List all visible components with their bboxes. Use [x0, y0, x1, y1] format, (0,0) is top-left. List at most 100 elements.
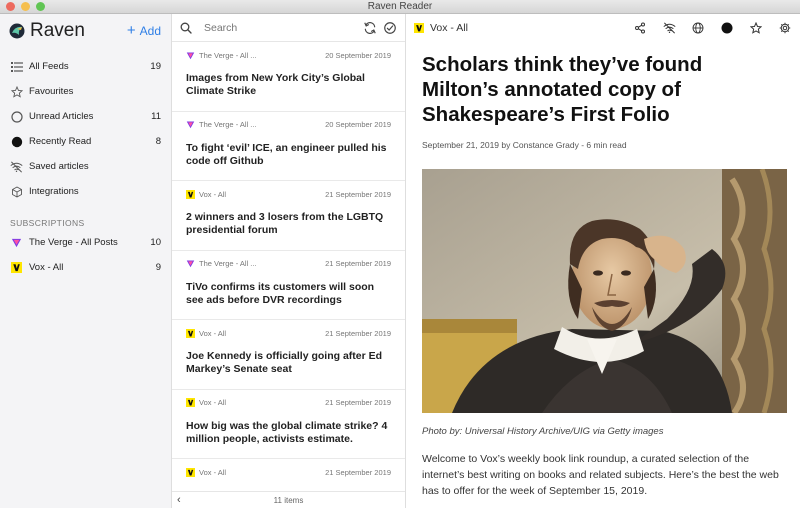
item-count: 11 items: [273, 495, 304, 505]
list-item[interactable]: The Verge - All ... 20 September 2019 To…: [172, 112, 405, 181]
verge-logo-icon: [10, 236, 23, 249]
article-list-pane: The Verge - All ... 20 September 2019 Im…: [172, 14, 406, 508]
feed-name-label: Vox - All: [430, 22, 468, 34]
sidebar-item-all-feeds[interactable]: All Feeds 19: [0, 54, 171, 79]
item-date: 20 September 2019: [325, 50, 391, 60]
vox-logo-icon: [414, 23, 424, 33]
star-icon[interactable]: [749, 21, 763, 35]
refresh-icon[interactable]: [363, 21, 377, 35]
item-title: To fight ‘evil’ ICE, an engineer pulled …: [186, 141, 387, 167]
reader-actions: [633, 21, 792, 35]
sidebar-item-count: 19: [150, 61, 161, 72]
sidebar-item-count: 8: [155, 136, 161, 147]
item-source: Vox - All: [199, 189, 227, 199]
wifi-off-icon[interactable]: [662, 21, 676, 35]
window-titlebar: Raven Reader: [0, 0, 800, 14]
chevron-left-icon[interactable]: ‹: [177, 494, 181, 506]
list-footer: ‹ 11 items: [172, 491, 405, 508]
sidebar-item-unread[interactable]: Unread Articles 11: [0, 104, 171, 129]
sidebar: Raven + Add All Feeds 19 Favourites Unre…: [0, 14, 172, 508]
raven-logo-icon: [9, 23, 25, 39]
article-image: [422, 169, 787, 413]
item-title: TiVo confirms its customers will soon se…: [186, 280, 375, 306]
item-date: 21 September 2019: [325, 189, 391, 199]
subscription-vox[interactable]: Vox - All 9: [0, 255, 171, 280]
circle-outline-icon: [10, 110, 23, 123]
sidebar-item-label: Recently Read: [29, 136, 92, 147]
list-icon: [10, 60, 23, 73]
item-source: The Verge - All ...: [199, 50, 257, 60]
item-source: The Verge - All ...: [199, 259, 257, 268]
list-item[interactable]: Vox - All 21 September 2019 How big was …: [172, 390, 405, 459]
vox-logo-icon: [186, 398, 195, 407]
verge-logo-icon: [186, 260, 195, 268]
item-source: Vox - All: [199, 398, 227, 407]
share-icon[interactable]: [633, 21, 647, 35]
sidebar-item-count: 11: [151, 111, 161, 122]
sidebar-item-recently-read[interactable]: Recently Read 8: [0, 129, 171, 154]
item-meta: Vox - All 21 September 2019: [186, 327, 391, 339]
sidebar-item-label: Saved articles: [29, 161, 89, 172]
vox-logo-icon: [186, 467, 195, 477]
item-title: How big was the global climate strike? 4…: [186, 419, 388, 445]
verge-logo-icon: [186, 52, 195, 59]
item-meta: Vox - All 21 September 2019: [186, 466, 391, 478]
sidebar-item-label: Integrations: [29, 186, 79, 197]
item-date: 21 September 2019: [325, 398, 391, 407]
item-source: Vox - All: [199, 328, 227, 338]
subscriptions-list: The Verge - All Posts 10 Vox - All 9: [0, 230, 171, 280]
item-meta: The Verge - All ... 20 September 2019: [186, 49, 391, 61]
item-meta: The Verge - All ... 20 September 2019: [186, 119, 391, 131]
subscription-label: Vox - All: [29, 262, 64, 273]
sidebar-nav: All Feeds 19 Favourites Unread Articles …: [0, 54, 171, 204]
search-bar: [172, 14, 405, 42]
vox-logo-icon: [186, 328, 195, 338]
sidebar-item-label: Unread Articles: [29, 111, 94, 122]
cube-icon: [10, 185, 23, 198]
sidebar-item-saved[interactable]: Saved articles: [0, 154, 171, 179]
subscription-label: The Verge - All Posts: [29, 237, 118, 248]
gear-icon[interactable]: [778, 21, 792, 35]
article-title: Scholars think they’ve found Milton’s an…: [422, 53, 703, 126]
item-title: Images from New York City’s Global Clima…: [186, 72, 365, 97]
article-list: The Verge - All ... 20 September 2019 Im…: [172, 42, 405, 508]
mark-all-read-icon[interactable]: [383, 21, 397, 35]
sidebar-item-label: Favourites: [29, 86, 74, 97]
sidebar-item-integrations[interactable]: Integrations: [0, 179, 171, 204]
list-item[interactable]: The Verge - All ... 21 September 2019 Ti…: [172, 251, 405, 320]
item-source: Vox - All: [199, 467, 227, 477]
subscription-the-verge[interactable]: The Verge - All Posts 10: [0, 230, 171, 255]
sidebar-item-favourites[interactable]: Favourites: [0, 79, 171, 104]
wifi-off-icon: [10, 160, 23, 173]
search-input[interactable]: [204, 21, 357, 34]
vox-logo-icon: [186, 189, 195, 199]
article-body: Welcome to Vox’s weekly book link roundu…: [422, 453, 779, 497]
brand-name: Raven: [30, 20, 85, 41]
reader-toolbar: Vox - All: [406, 14, 800, 42]
item-title: Joe Kennedy is officially going after Ed…: [186, 350, 383, 375]
app-brand: Raven: [8, 20, 85, 42]
filled-circle-icon[interactable]: [720, 21, 734, 35]
subscription-count: 9: [155, 262, 161, 273]
list-item[interactable]: Vox - All 21 September 2019 2 winners an…: [172, 181, 405, 251]
search-icon: [180, 22, 192, 34]
subscription-count: 10: [150, 237, 161, 248]
vox-logo-icon: [10, 261, 23, 274]
reader-pane: Vox - All Scholars think they’ve found M…: [406, 14, 800, 508]
list-item[interactable]: The Verge - All ... 20 September 2019 Im…: [172, 42, 405, 112]
window-title: Raven Reader: [367, 1, 433, 12]
add-feed-label: Add: [139, 24, 161, 38]
globe-icon[interactable]: [691, 21, 705, 35]
plus-icon: +: [126, 22, 136, 39]
item-meta: Vox - All 21 September 2019: [186, 188, 391, 200]
item-title: 2 winners and 3 losers from the LGBTQ pr…: [186, 211, 384, 236]
list-item[interactable]: Vox - All 21 September 2019 Joe Kennedy …: [172, 320, 405, 390]
item-meta: Vox - All 21 September 2019: [186, 397, 391, 409]
image-caption: Photo by: Universal History Archive/UIG …: [422, 426, 664, 437]
item-date: 21 September 2019: [325, 259, 391, 268]
reader-feed-name: Vox - All: [414, 22, 633, 34]
verge-logo-icon: [186, 121, 195, 129]
add-feed-button[interactable]: + Add: [126, 22, 161, 39]
sidebar-item-label: All Feeds: [29, 61, 69, 72]
item-date: 21 September 2019: [325, 467, 391, 477]
